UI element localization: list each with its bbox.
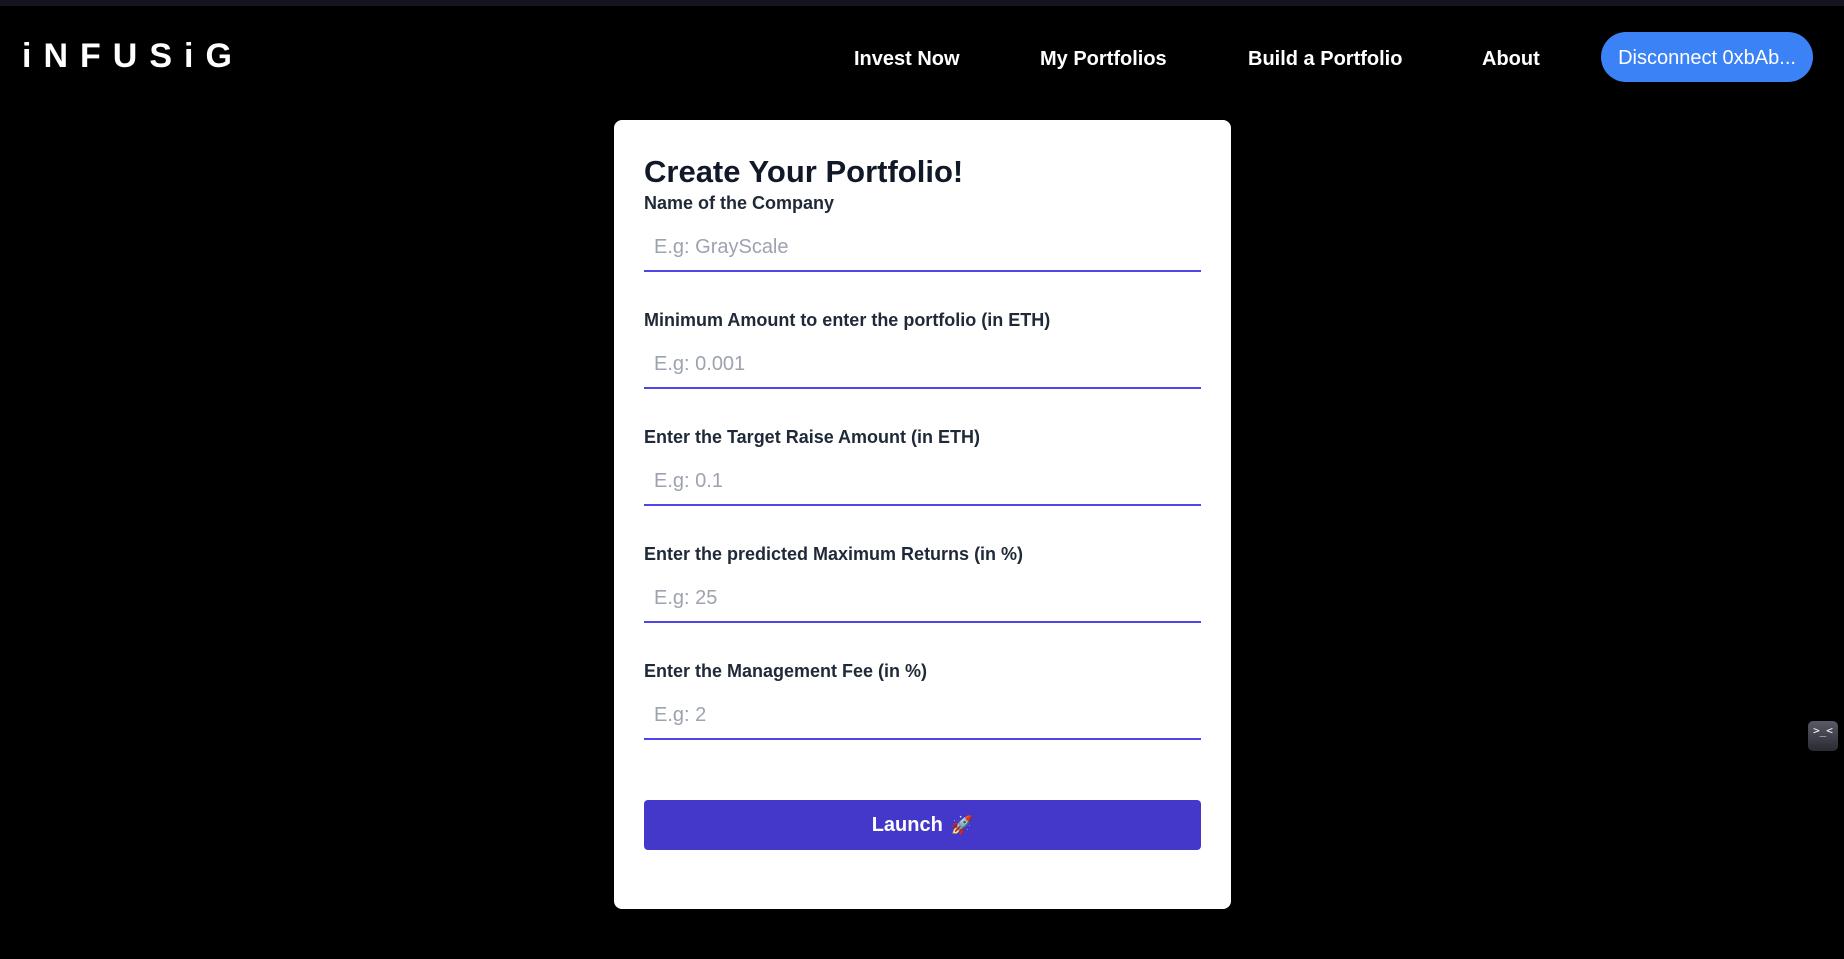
management-fee-input[interactable]	[644, 692, 1201, 740]
company-name-label: Name of the Company	[644, 193, 835, 213]
minimum-amount-input[interactable]	[644, 341, 1201, 389]
terminal-icon[interactable]: >_<	[1808, 721, 1838, 751]
disconnect-wallet-button[interactable]: Disconnect 0xbAb...	[1601, 32, 1813, 82]
maximum-returns-label: Enter the predicted Maximum Returns (in …	[644, 544, 1024, 564]
launch-button-label: Launch	[871, 813, 943, 836]
nav-link-my-portfolios[interactable]: My Portfolios	[1040, 46, 1167, 72]
rocket-icon: 🚀	[950, 815, 974, 835]
minimum-amount-label: Minimum Amount to enter the portfolio (i…	[644, 310, 1051, 330]
company-name-input[interactable]	[644, 224, 1201, 272]
create-portfolio-card: Create Your Portfolio! Name of the Compa…	[614, 120, 1231, 909]
target-raise-input[interactable]	[644, 458, 1201, 506]
nav-link-about[interactable]: About	[1482, 46, 1540, 72]
maximum-returns-input[interactable]	[644, 575, 1201, 623]
page-title: Create Your Portfolio!	[644, 154, 964, 189]
launch-button[interactable]: Launch 🚀	[644, 800, 1201, 850]
brand-logo[interactable]: iNFUSiG	[22, 36, 244, 76]
nav-link-build-a-portfolio[interactable]: Build a Portfolio	[1248, 46, 1402, 72]
navbar: iNFUSiG Invest Now My Portfolios Build a…	[0, 6, 1844, 106]
management-fee-label: Enter the Management Fee (in %)	[644, 661, 928, 681]
nav-link-invest-now[interactable]: Invest Now	[854, 46, 960, 72]
target-raise-label: Enter the Target Raise Amount (in ETH)	[644, 427, 981, 447]
